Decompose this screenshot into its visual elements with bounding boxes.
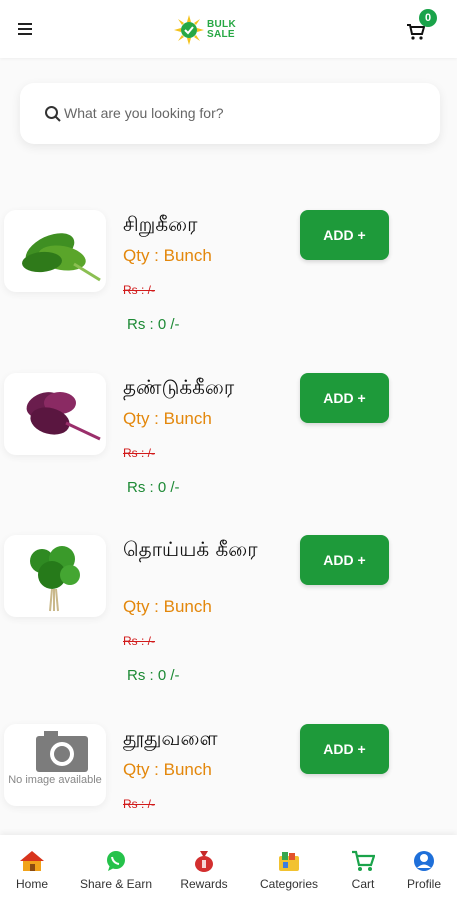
product-quantity: Qty : Bunch: [123, 597, 212, 616]
product-price: Rs : 0 /-: [127, 479, 180, 496]
bottom-navigation: Home Share & Earn Rewards Categories Car…: [0, 835, 457, 900]
product-image-spinach[interactable]: [4, 210, 106, 292]
logo-text: BULK SALE: [207, 19, 236, 40]
product-name: சிறுகீரை: [123, 212, 198, 236]
product-mrp: Rs : /-: [123, 797, 155, 811]
product-image-placeholder[interactable]: No image available: [4, 724, 106, 806]
money-bag-icon: [195, 851, 213, 872]
nav-profile[interactable]: Profile: [402, 835, 446, 900]
add-to-cart-button[interactable]: ADD +: [300, 210, 389, 260]
product-card: தண்டுக்கீரை Qty : Bunch Rs : /- Rs : 0 /…: [0, 373, 457, 513]
product-mrp: Rs : /-: [123, 446, 155, 460]
product-name: தொய்யக் கீரை: [123, 537, 258, 561]
home-icon: [20, 851, 44, 871]
cart-icon[interactable]: [407, 24, 425, 40]
product-mrp: Rs : /-: [123, 283, 155, 297]
nav-categories[interactable]: Categories: [257, 835, 321, 900]
add-to-cart-button[interactable]: ADD +: [300, 724, 389, 774]
search-icon: [45, 106, 61, 122]
nav-rewards[interactable]: Rewards: [176, 835, 232, 900]
search-input[interactable]: [64, 101, 424, 125]
bulk-sale-logo[interactable]: BULK SALE: [174, 15, 236, 45]
product-mrp: Rs : /-: [123, 634, 155, 648]
nav-home[interactable]: Home: [10, 835, 54, 900]
product-quantity: Qty : Bunch: [123, 409, 212, 428]
product-card: தொய்யக் கீரை Qty : Bunch Rs : /- Rs : 0 …: [0, 535, 457, 684]
spinach-leaves-image: [22, 233, 101, 282]
product-price: Rs : 0 /-: [127, 316, 180, 333]
logo-sun-icon: [174, 15, 204, 45]
green-bunch-image: [30, 546, 80, 612]
search-box[interactable]: [20, 83, 440, 144]
product-quantity: Qty : Bunch: [123, 246, 212, 265]
add-to-cart-button[interactable]: ADD +: [300, 373, 389, 423]
nav-cart[interactable]: Cart: [346, 835, 380, 900]
no-image-label: No image available: [8, 774, 102, 786]
add-to-cart-button[interactable]: ADD +: [300, 535, 389, 585]
cart-count-badge: 0: [419, 9, 437, 27]
red-amaranth-image: [26, 392, 101, 441]
top-app-bar: BULK SALE 0: [0, 0, 457, 58]
profile-icon: [414, 851, 434, 871]
product-card: சிறுகீரை Qty : Bunch Rs : /- Rs : 0 /- A…: [0, 210, 457, 350]
nav-share-earn[interactable]: Share & Earn: [78, 835, 154, 900]
product-name: தண்டுக்கீரை: [123, 375, 235, 399]
whatsapp-icon: [107, 851, 125, 871]
product-price: Rs : 0 /-: [127, 667, 180, 684]
cart-icon: [352, 850, 375, 871]
categories-icon: [279, 852, 299, 871]
product-name: தூதுவளை: [123, 726, 218, 750]
product-quantity: Qty : Bunch: [123, 760, 212, 779]
camera-icon: [36, 731, 88, 772]
product-image-red-amaranth[interactable]: [4, 373, 106, 455]
product-image-green-bunch[interactable]: [4, 535, 106, 617]
hamburger-menu-icon[interactable]: [18, 23, 32, 35]
